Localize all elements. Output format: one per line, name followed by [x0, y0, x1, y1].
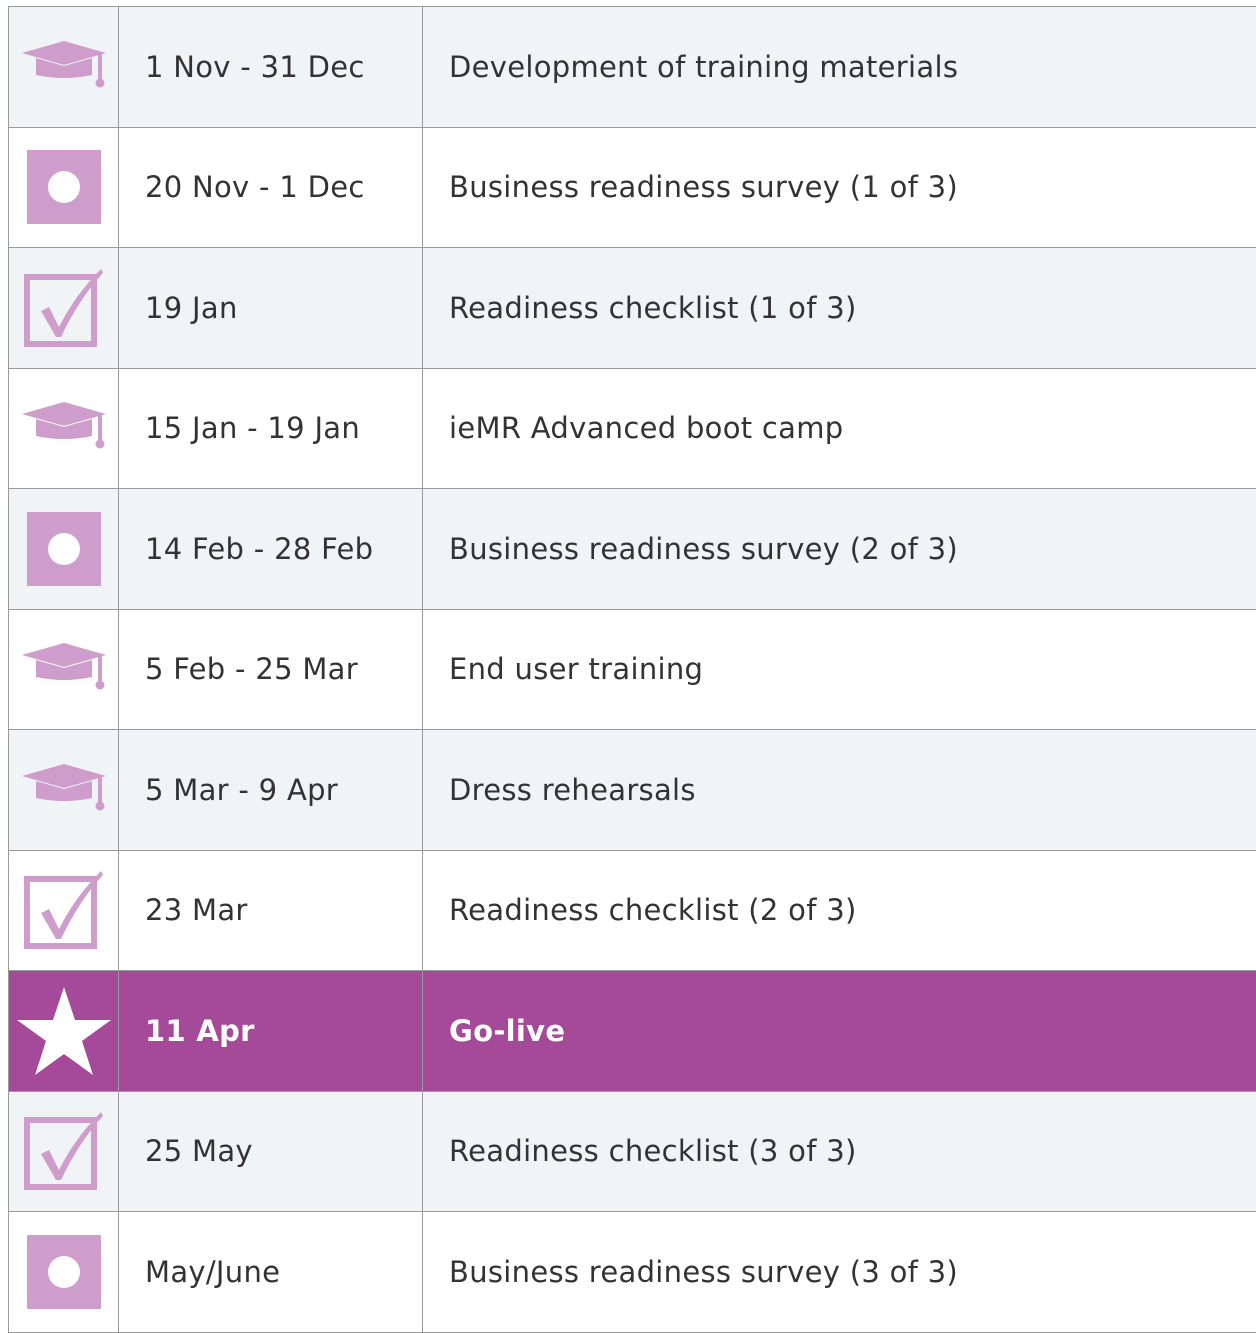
survey-icon: [26, 1234, 101, 1309]
date-cell: 19 Jan: [119, 248, 423, 368]
task-cell: Readiness checklist (2 of 3): [449, 893, 857, 928]
star-icon: [15, 985, 113, 1077]
checkbox-icon: [23, 267, 105, 349]
graduation-cap-icon: [20, 762, 108, 818]
timeline-table: 1 Nov - 31 Dec Development of training m…: [8, 6, 1256, 1333]
timeline-row: 23 Mar Readiness checklist (2 of 3): [8, 850, 1256, 971]
timeline-row: 5 Feb - 25 Mar End user training: [8, 609, 1256, 730]
task-cell: Readiness checklist (3 of 3): [449, 1134, 857, 1169]
date-cell: 23 Mar: [119, 850, 423, 970]
timeline-row: 15 Jan - 19 Jan ieMR Advanced boot camp: [8, 368, 1256, 489]
icon-cell: [8, 609, 119, 729]
date-cell: 5 Mar - 9 Apr: [119, 730, 423, 850]
graduation-cap-icon: [20, 400, 108, 456]
icon-cell: [8, 1212, 119, 1332]
timeline-row: 1 Nov - 31 Dec Development of training m…: [8, 7, 1256, 128]
task-cell: Go-live: [449, 1013, 566, 1048]
task-cell: ieMR Advanced boot camp: [449, 411, 844, 446]
date-cell: 20 Nov - 1 Dec: [119, 127, 423, 247]
timeline-row: 20 Nov - 1 Dec Business readiness survey…: [8, 127, 1256, 248]
task-cell: Dress rehearsals: [449, 772, 696, 807]
task-cell: Business readiness survey (1 of 3): [449, 170, 959, 205]
checkbox-icon: [23, 1110, 105, 1192]
task-cell: Readiness checklist (1 of 3): [449, 290, 857, 325]
timeline-row: 5 Mar - 9 Apr Dress rehearsals: [8, 730, 1256, 851]
icon-cell: [8, 7, 119, 127]
icon-cell: [8, 971, 119, 1091]
date-cell: 5 Feb - 25 Mar: [119, 609, 423, 729]
icon-cell: [8, 368, 119, 488]
timeline-row: May/June Business readiness survey (3 of…: [8, 1212, 1256, 1333]
graduation-cap-icon: [20, 641, 108, 697]
icon-cell: [8, 127, 119, 247]
task-cell: End user training: [449, 652, 704, 687]
date-cell: 25 May: [119, 1091, 423, 1211]
timeline-row: 19 Jan Readiness checklist (1 of 3): [8, 248, 1256, 369]
task-cell: Business readiness survey (3 of 3): [449, 1254, 959, 1289]
icon-cell: [8, 248, 119, 368]
date-cell: May/June: [119, 1212, 423, 1332]
graduation-cap-icon: [20, 39, 108, 95]
task-cell: Business readiness survey (2 of 3): [449, 531, 959, 566]
icon-cell: [8, 730, 119, 850]
date-cell: 1 Nov - 31 Dec: [119, 7, 423, 127]
checkbox-icon: [23, 869, 105, 951]
timeline-row: 25 May Readiness checklist (3 of 3): [8, 1091, 1256, 1212]
date-cell: 14 Feb - 28 Feb: [119, 489, 423, 609]
timeline-row: 14 Feb - 28 Feb Business readiness surve…: [8, 489, 1256, 610]
timeline-row-go-live: 11 Apr Go-live: [8, 971, 1256, 1092]
icon-cell: [8, 1091, 119, 1211]
survey-icon: [26, 511, 101, 586]
date-cell: 15 Jan - 19 Jan: [119, 368, 423, 488]
task-cell: Development of training materials: [449, 49, 959, 84]
icon-cell: [8, 850, 119, 970]
date-cell: 11 Apr: [119, 971, 423, 1091]
survey-icon: [26, 150, 101, 225]
icon-cell: [8, 489, 119, 609]
